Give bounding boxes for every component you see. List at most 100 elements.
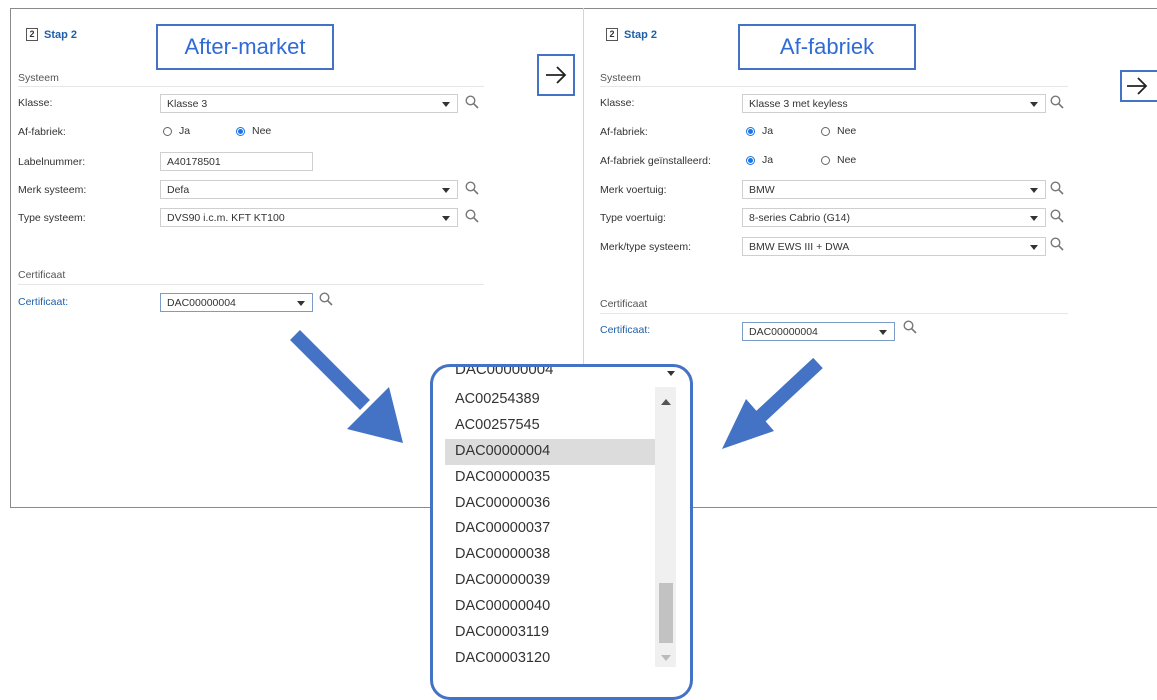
radio-label-ja: Ja: [762, 125, 774, 137]
radio-selected-icon: [236, 126, 245, 136]
radio-label-nee: Nee: [837, 154, 857, 166]
arrow-right-icon: [1127, 77, 1148, 95]
type-systeem-select[interactable]: DVS90 i.c.m. KFT KT100: [160, 208, 458, 227]
af-fabriek-radio-ja[interactable]: Ja: [746, 125, 773, 137]
next-step-button[interactable]: [537, 54, 575, 96]
radio-icon: [821, 155, 830, 165]
merk-systeem-value: Defa: [167, 184, 190, 196]
chevron-down-icon: [442, 188, 450, 193]
labelnummer-input[interactable]: A40178501: [160, 152, 313, 171]
step-label: Stap 2: [44, 28, 78, 41]
labelnummer-label: Labelnummer:: [18, 156, 86, 168]
dropdown-option[interactable]: DAC00003120: [445, 646, 655, 672]
search-icon[interactable]: [1050, 181, 1064, 195]
search-icon[interactable]: [1050, 95, 1064, 109]
type-voertuig-select[interactable]: 8-series Cabrio (G14): [742, 208, 1046, 227]
chevron-down-icon: [1030, 245, 1038, 250]
dropdown-option[interactable]: AC00254389: [445, 387, 655, 413]
af-fabriek-radio-nee[interactable]: Nee: [821, 125, 856, 137]
klasse-value: Klasse 3 met keyless: [749, 98, 848, 110]
chevron-down-icon: [442, 216, 450, 221]
chevron-down-icon: [667, 371, 675, 376]
certificaat-value: DAC00000004: [167, 297, 236, 309]
dropdown-list: AC00254389 AC00257545 DAC00000004 DAC000…: [445, 387, 655, 672]
section-systeem: Systeem: [600, 72, 641, 84]
klasse-label: Klasse:: [18, 97, 53, 109]
chevron-down-icon: [297, 301, 305, 306]
radio-icon: [163, 126, 172, 136]
merk-voertuig-value: BMW: [749, 184, 775, 196]
certificaat-value: DAC00000004: [749, 326, 818, 338]
section-divider: [600, 313, 1068, 314]
dropdown-option[interactable]: DAC00003119: [445, 620, 655, 646]
certificaat-label: Certificaat:: [600, 324, 651, 336]
dropdown-option[interactable]: AC00257545: [445, 413, 655, 439]
certificaat-select[interactable]: DAC00000004: [742, 322, 895, 341]
merk-systeem-select[interactable]: Defa: [160, 180, 458, 199]
merk-type-systeem-label: Merk/type systeem:: [600, 241, 692, 253]
next-step-button[interactable]: [1120, 70, 1157, 102]
dropdown-option-selected[interactable]: DAC00000004: [445, 438, 655, 465]
geinstalleerd-radio-ja[interactable]: Ja: [746, 154, 773, 166]
chevron-down-icon: [879, 330, 887, 335]
type-voertuig-value: 8-series Cabrio (G14): [749, 212, 850, 224]
merk-systeem-label: Merk systeem:: [18, 184, 87, 196]
pointer-arrow-icon: [722, 357, 823, 449]
search-icon[interactable]: [465, 95, 479, 109]
scroll-down-icon[interactable]: [661, 655, 671, 661]
step-label: Stap 2: [624, 28, 658, 41]
dropdown-option[interactable]: DAC00000038: [445, 542, 655, 568]
chevron-down-icon: [1030, 102, 1038, 107]
merk-voertuig-label: Merk voertuig:: [600, 184, 667, 196]
chevron-down-icon: [1030, 188, 1038, 193]
section-divider: [18, 86, 484, 87]
dropdown-option[interactable]: DAC00000036: [445, 491, 655, 517]
radio-selected-icon: [746, 126, 755, 136]
section-certificaat: Certificaat: [18, 269, 66, 281]
klasse-select[interactable]: Klasse 3: [160, 94, 458, 113]
section-divider: [600, 86, 1068, 87]
radio-label-nee: Nee: [252, 125, 272, 137]
radio-selected-icon: [746, 155, 755, 165]
section-divider: [18, 284, 484, 285]
dropdown-scrollbar[interactable]: [655, 387, 676, 667]
panel-title-af-fabriek: Af-fabriek: [738, 24, 916, 70]
type-systeem-label: Type systeem:: [18, 212, 86, 224]
dropdown-current-text: DAC00000004: [455, 364, 554, 378]
search-icon[interactable]: [903, 320, 917, 334]
panel-title-after-market: After-market: [156, 24, 334, 70]
af-fabriek-geinstalleerd-label: Af-fabriek geïnstalleerd:: [600, 155, 711, 167]
search-icon[interactable]: [1050, 209, 1064, 223]
certificaat-label: Certificaat:: [18, 296, 69, 308]
merk-type-systeem-select[interactable]: BMW EWS III + DWA: [742, 237, 1046, 256]
geinstalleerd-radio-nee[interactable]: Nee: [821, 154, 856, 166]
section-certificaat: Certificaat: [600, 298, 648, 310]
af-fabriek-label: Af-fabriek:: [18, 126, 66, 138]
step-number: 2: [606, 28, 618, 41]
scrollbar-thumb[interactable]: [659, 583, 673, 643]
type-systeem-value: DVS90 i.c.m. KFT KT100: [167, 212, 285, 224]
radio-icon: [821, 126, 830, 136]
certificaat-dropdown-zoom: DAC00000004 AC00254389 AC00257545 DAC000…: [430, 364, 693, 700]
search-icon[interactable]: [319, 292, 333, 306]
merk-voertuig-select[interactable]: BMW: [742, 180, 1046, 199]
step-indicator: 2 Stap 2: [26, 28, 77, 41]
step-number: 2: [26, 28, 38, 41]
af-fabriek-radio-nee[interactable]: Nee: [236, 125, 271, 137]
chevron-down-icon: [442, 102, 450, 107]
dropdown-option[interactable]: DAC00000040: [445, 594, 655, 620]
dropdown-option[interactable]: DAC00000039: [445, 568, 655, 594]
search-icon[interactable]: [465, 181, 479, 195]
klasse-value: Klasse 3: [167, 98, 208, 110]
search-icon[interactable]: [465, 209, 479, 223]
af-fabriek-radio-ja[interactable]: Ja: [163, 125, 190, 137]
scroll-up-icon[interactable]: [661, 399, 671, 405]
dropdown-option[interactable]: DAC00000035: [445, 465, 655, 491]
klasse-select[interactable]: Klasse 3 met keyless: [742, 94, 1046, 113]
dropdown-option[interactable]: DAC00000037: [445, 516, 655, 542]
arrow-right-icon: [546, 66, 567, 84]
certificaat-select[interactable]: DAC00000004: [160, 293, 313, 312]
search-icon[interactable]: [1050, 237, 1064, 251]
dropdown-current-value[interactable]: DAC00000004: [445, 367, 681, 385]
step-indicator: 2 Stap 2: [606, 28, 657, 41]
